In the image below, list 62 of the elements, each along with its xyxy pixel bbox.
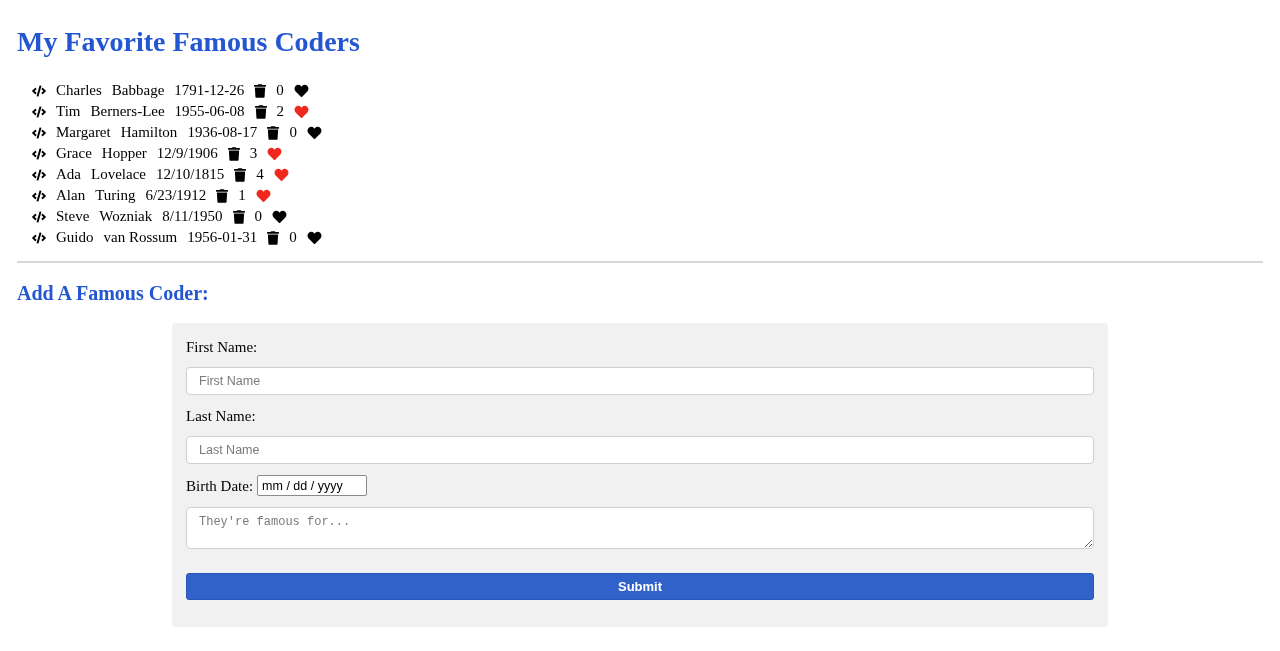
- like-count: 4: [256, 165, 264, 185]
- like-count: 0: [289, 123, 297, 143]
- first-name: Margaret: [56, 123, 111, 143]
- section-heading: Add A Famous Coder:: [17, 281, 210, 306]
- code-icon: [32, 188, 46, 203]
- last-name: van Rossum: [103, 228, 178, 248]
- code-icon: [32, 167, 46, 182]
- submit-button[interactable]: Submit: [186, 573, 1094, 600]
- like-count: 2: [276, 102, 285, 122]
- birth-date: 1955-06-08: [174, 102, 245, 122]
- code-icon: [32, 230, 46, 245]
- first-name: Ada: [56, 165, 81, 185]
- last-name: Hamilton: [120, 123, 178, 143]
- like-count: 0: [289, 228, 297, 248]
- like-count: 3: [249, 144, 258, 164]
- last-name: Babbage: [111, 81, 165, 101]
- code-icon: [32, 146, 46, 161]
- last-name: Berners-Lee: [90, 102, 165, 122]
- last-name: Lovelace: [91, 165, 146, 185]
- trash-icon[interactable]: [254, 83, 267, 98]
- text-input[interactable]: Last Name: [186, 436, 1094, 464]
- birth-date: 12/10/1815: [155, 165, 225, 185]
- last-name: Wozniak: [99, 207, 153, 227]
- field-label: First Name:: [186, 338, 259, 357]
- last-name: Turing: [95, 186, 136, 206]
- code-icon: [32, 104, 46, 119]
- heart-icon[interactable]: [306, 230, 322, 245]
- trash-icon[interactable]: [254, 104, 267, 119]
- like-count: 0: [276, 81, 284, 101]
- trash-icon[interactable]: [234, 167, 247, 182]
- code-icon: [32, 125, 46, 140]
- birth-date: 1936-08-17: [187, 123, 258, 143]
- like-count: 1: [238, 186, 246, 206]
- text-input[interactable]: First Name: [186, 367, 1094, 395]
- last-name: Hopper: [101, 144, 147, 164]
- first-name: Guido: [56, 228, 94, 248]
- heart-icon[interactable]: [306, 125, 322, 140]
- code-icon: [32, 83, 46, 98]
- first-name: Tim: [56, 102, 81, 122]
- text-area[interactable]: They're famous for...: [186, 507, 1094, 549]
- first-name: Grace: [56, 144, 92, 164]
- first-name: Alan: [56, 186, 86, 206]
- first-name: Charles: [56, 81, 102, 101]
- trash-icon[interactable]: [232, 209, 245, 224]
- trash-icon[interactable]: [267, 230, 280, 245]
- trash-icon[interactable]: [216, 188, 229, 203]
- date-input[interactable]: mm / dd / yyyy: [257, 475, 368, 496]
- page-title: My Favorite Famous Coders: [17, 25, 361, 59]
- heart-icon[interactable]: [293, 83, 309, 98]
- first-name: Steve: [56, 207, 90, 227]
- birth-date: 12/9/1906: [156, 144, 218, 164]
- trash-icon[interactable]: [267, 125, 280, 140]
- heart-icon[interactable]: [272, 209, 288, 224]
- code-icon: [32, 209, 46, 224]
- birth-date: 1791-12-26: [174, 81, 245, 101]
- birth-date: 8/11/1950: [162, 207, 223, 227]
- field-label: Birth Date:: [186, 476, 254, 496]
- trash-icon[interactable]: [227, 146, 240, 161]
- field-label: Last Name:: [186, 407, 257, 426]
- like-count: 0: [254, 207, 263, 227]
- birth-date: 6/23/1912: [145, 186, 207, 206]
- birth-date: 1956-01-31: [187, 228, 258, 248]
